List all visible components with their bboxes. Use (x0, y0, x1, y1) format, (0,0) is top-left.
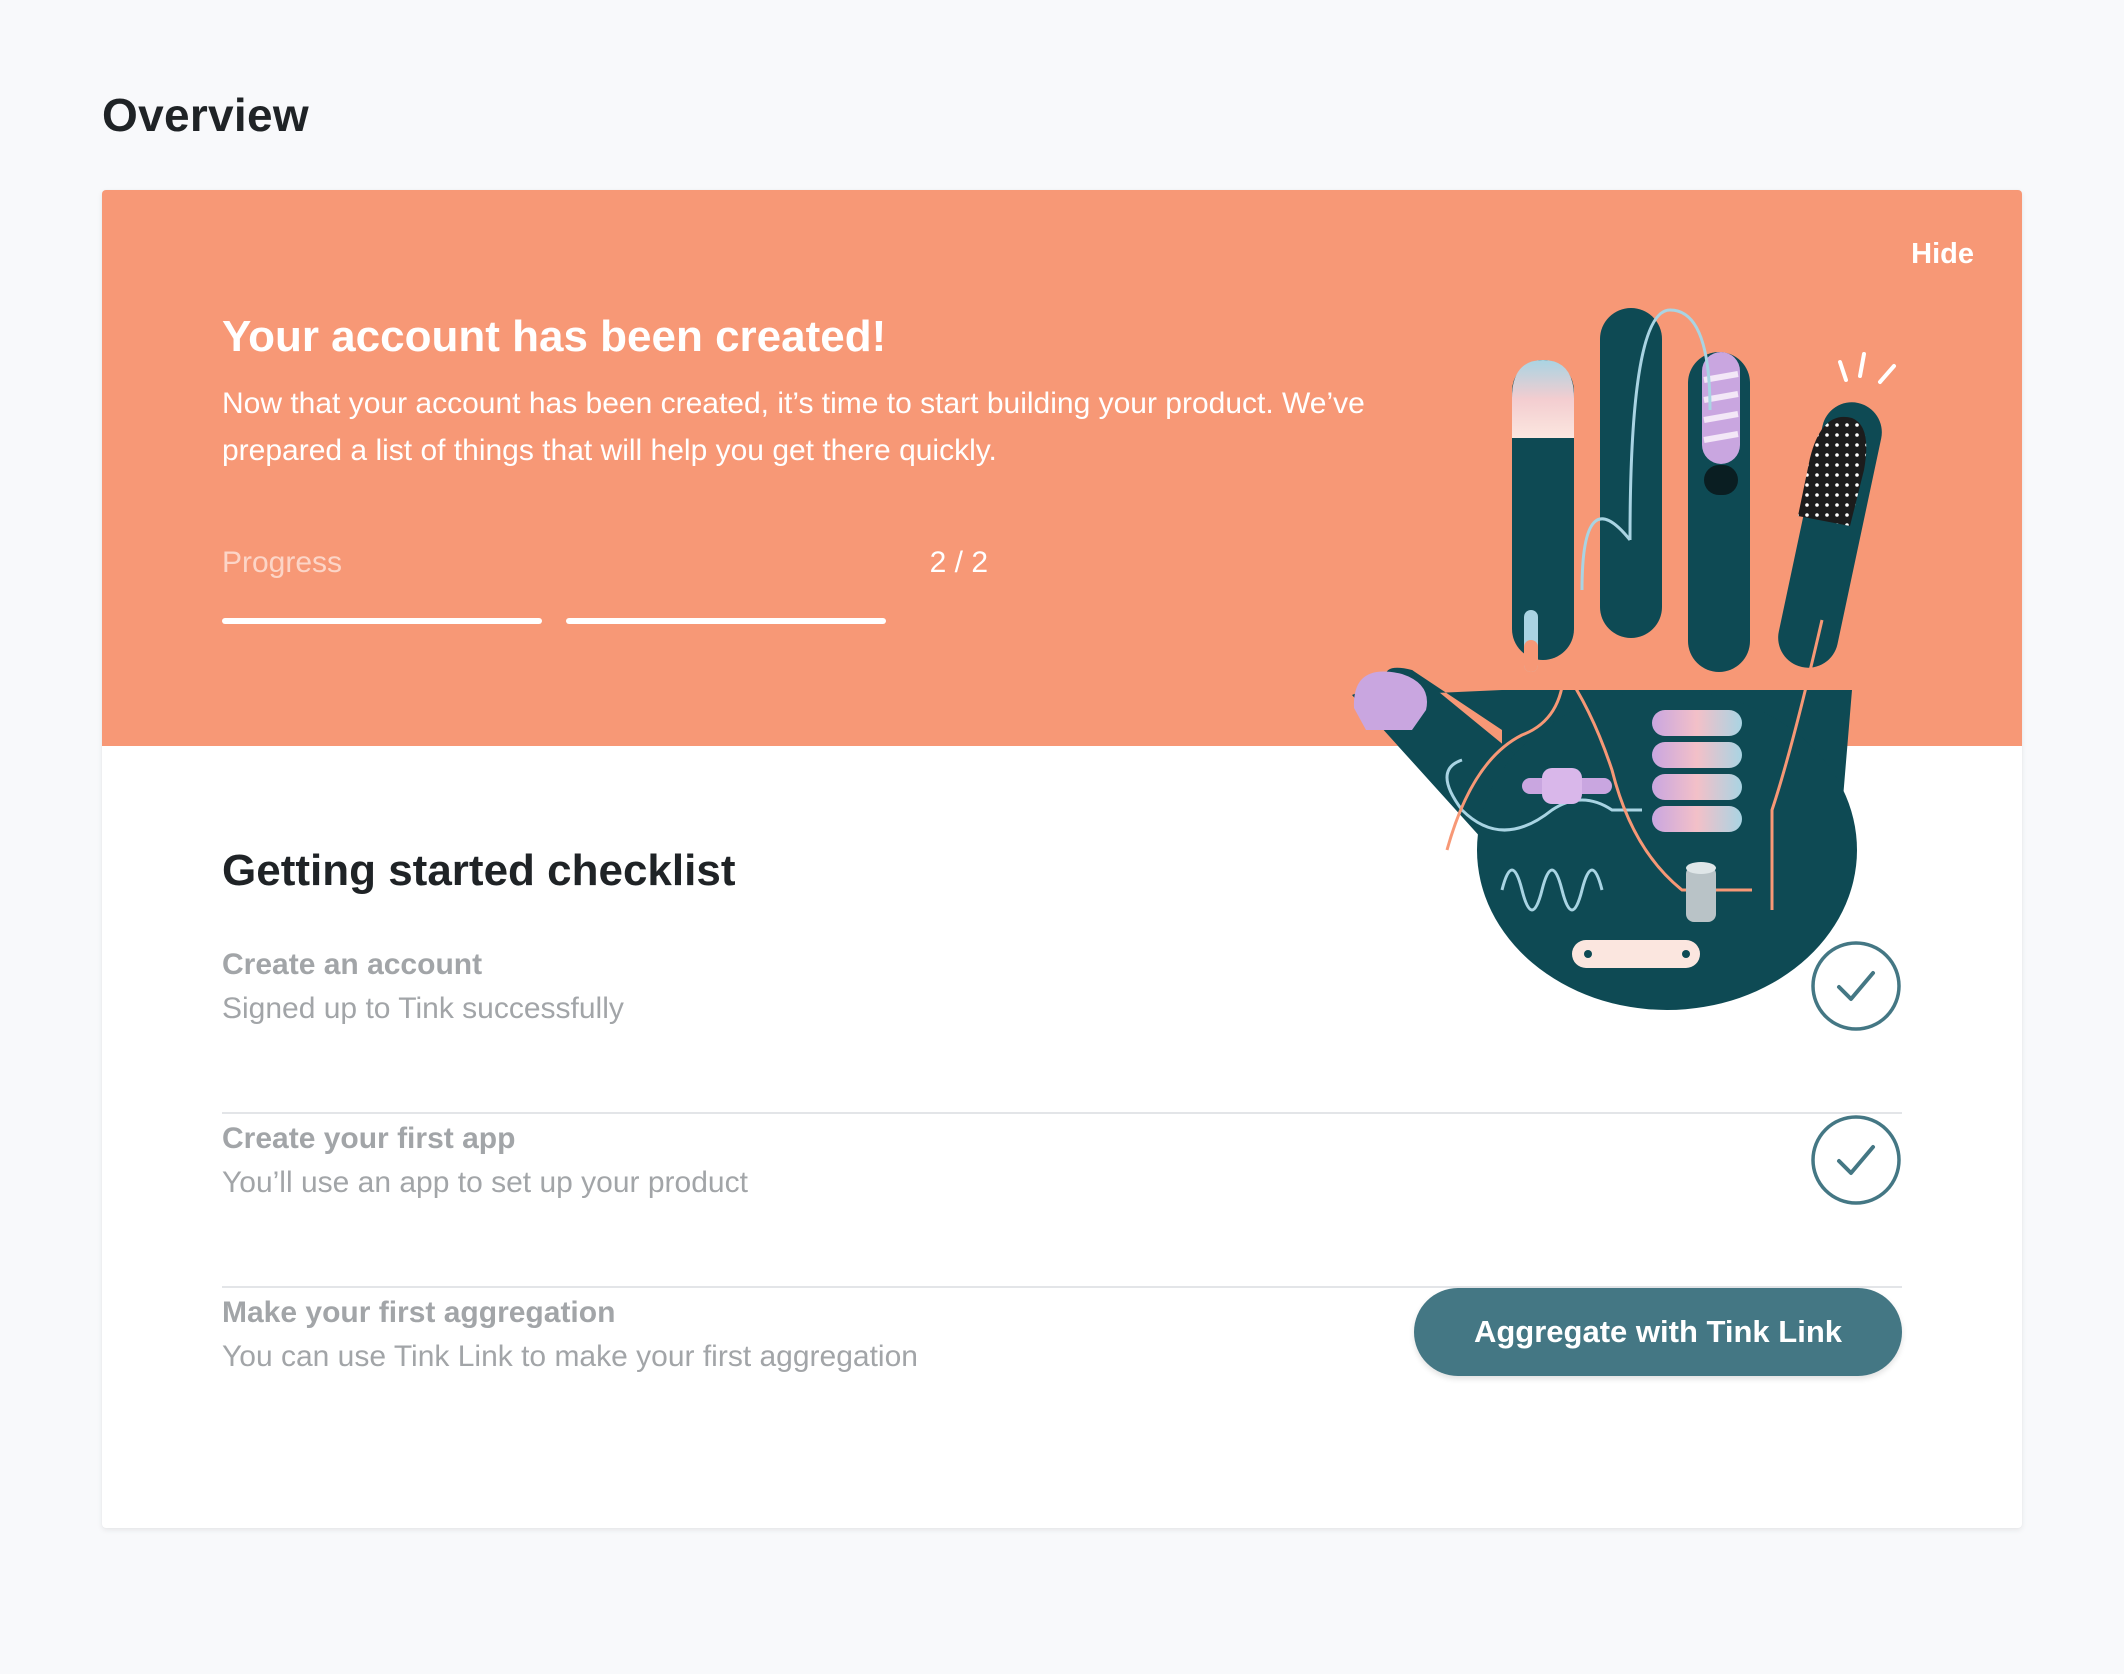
checklist-item-create-app: Create your first app You’ll use an app … (222, 1114, 1902, 1288)
hide-button[interactable]: Hide (1911, 238, 1974, 271)
checklist-item-title: Create an account (222, 948, 483, 981)
page-title: Overview (102, 89, 309, 141)
progress-segment (222, 618, 542, 624)
checklist-item-create-account: Create an account Signed up to Tink succ… (222, 940, 1902, 1114)
checklist-item-subtitle: You can use Tink Link to make your first… (222, 1340, 918, 1373)
progress-label: Progress (222, 546, 343, 579)
checklist-item-subtitle: Signed up to Tink successfully (222, 992, 624, 1025)
progress-segment (566, 618, 886, 624)
banner-description: Now that your account has been created, … (222, 387, 1365, 467)
banner-title: Your account has been created! (222, 312, 887, 361)
onboarding-card: Hide Your account has been created! Now … (102, 190, 2022, 1528)
checklist-item-first-aggregation: Make your first aggregation You can use … (222, 1288, 1902, 1462)
progress-count: 2 / 2 (929, 546, 988, 579)
aggregate-with-tink-link-button[interactable]: Aggregate with Tink Link (1414, 1288, 1902, 1376)
check-circle-icon (1811, 941, 1901, 1031)
checklist-item-title: Make your first aggregation (222, 1296, 616, 1329)
checklist-item-title: Create your first app (222, 1122, 516, 1155)
check-circle-icon (1811, 1115, 1901, 1205)
checklist-title: Getting started checklist (222, 846, 736, 895)
checklist-item-subtitle: You’ll use an app to set up your product (222, 1166, 748, 1199)
hand-illustration (1352, 308, 1896, 1010)
